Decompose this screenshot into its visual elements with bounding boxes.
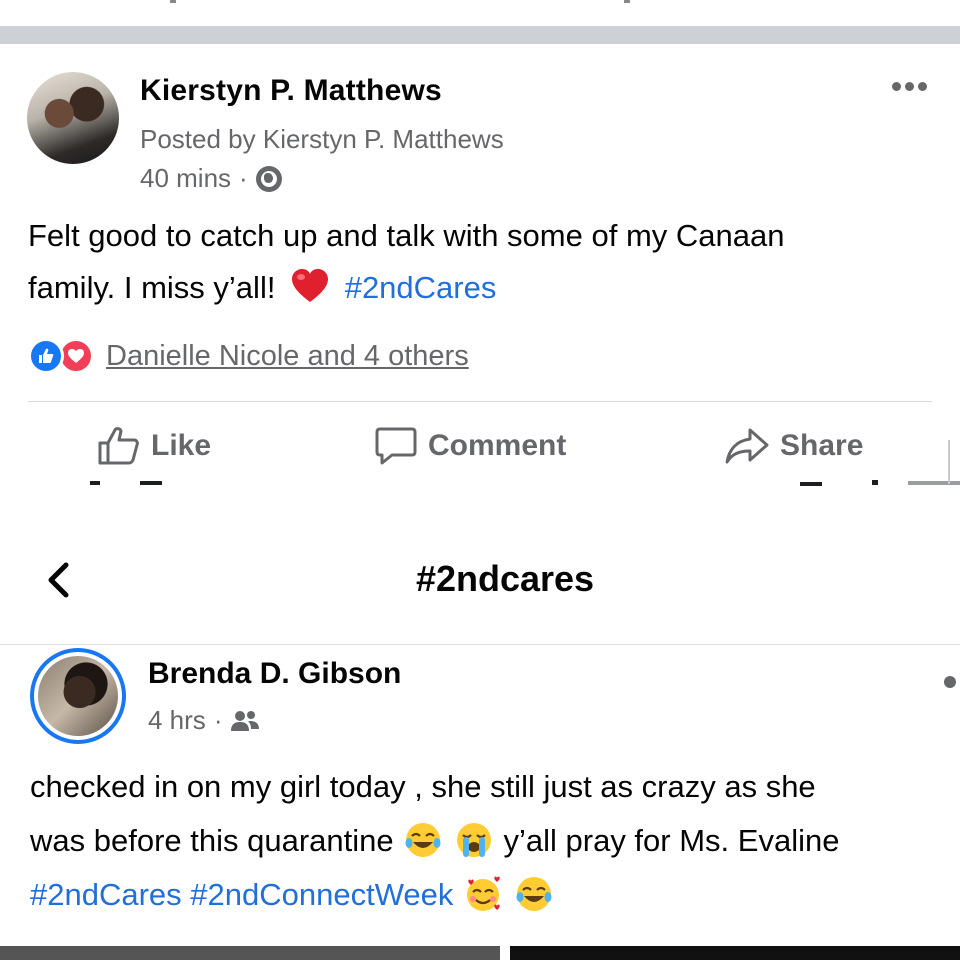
share-button[interactable]: Share [724, 426, 863, 466]
more-options-button[interactable] [944, 676, 956, 688]
divider [0, 644, 960, 645]
clipped-fragment [948, 440, 950, 484]
like-button[interactable]: Like [97, 426, 211, 466]
post-author-name[interactable]: Kierstyn P. Matthews [140, 74, 442, 108]
hashtag-link[interactable]: #2ndCares [345, 270, 497, 305]
clipped-fragment [908, 481, 960, 485]
clipped-text-fragment [170, 0, 176, 3]
reactions-text[interactable]: Danielle Nicole and 4 others [106, 340, 469, 373]
clipped-text-fragment [624, 0, 630, 3]
post-text-line-2: family. I miss y’all! [28, 270, 276, 305]
clipped-fragment [800, 482, 822, 486]
page-title: #2ndcares [415, 558, 595, 599]
avatar[interactable] [27, 72, 119, 164]
divider [28, 401, 932, 402]
meta-separator: · [213, 705, 223, 735]
globe-icon [255, 165, 282, 192]
heart-emoji-icon [292, 269, 329, 302]
avatar [38, 656, 118, 736]
comment-button[interactable]: Comment [374, 426, 566, 466]
meta-separator: · [239, 163, 248, 193]
bottom-edge-fragment [0, 946, 500, 960]
bottom-edge-fragment [510, 946, 960, 960]
screenshot-page: Kierstyn P. Matthews Posted by Kierstyn … [0, 0, 960, 960]
clipped-fragment [90, 481, 100, 485]
friends-icon [231, 710, 260, 731]
post-time[interactable]: 4 hrs [148, 705, 206, 736]
post-meta: 4 hrs · [148, 705, 260, 736]
clipped-fragment [140, 481, 162, 485]
top-separator [0, 26, 960, 44]
reactions-summary[interactable]: Danielle Nicole and 4 others [28, 338, 469, 374]
avatar-ring[interactable] [30, 648, 126, 744]
like-reaction-icon [28, 338, 64, 374]
post-text-line-1: Felt good to catch up and talk with some… [28, 218, 785, 253]
more-dots-icon [892, 82, 927, 91]
comment-icon [375, 427, 417, 465]
share-label: Share [780, 429, 864, 462]
like-label: Like [151, 429, 212, 462]
post-text: checked in on my girl today , she still … [30, 760, 950, 922]
tears-of-joy-emoji-icon [516, 877, 552, 911]
post-meta: 40 mins · [140, 163, 282, 194]
post-text-line-2b: y’all pray for Ms. Evaline [503, 823, 840, 858]
post-text: Felt good to catch up and talk with some… [28, 210, 928, 314]
hashtag-links[interactable]: #2ndCares #2ndConnectWeek [30, 877, 453, 912]
loudly-crying-emoji-icon [456, 823, 491, 857]
more-options-button[interactable] [892, 82, 927, 91]
tears-of-joy-emoji-icon [405, 823, 441, 857]
posted-by-label: Posted by Kierstyn P. Matthews [140, 124, 504, 154]
share-arrow-icon [725, 428, 769, 464]
clipped-fragment [872, 480, 878, 485]
post-text-line-1: checked in on my girl today , she still … [30, 769, 816, 804]
thumbs-up-icon [98, 427, 139, 465]
post-text-line-2a: was before this quarantine [30, 823, 394, 858]
post-time[interactable]: 40 mins [140, 163, 231, 194]
smiling-face-with-hearts-emoji-icon [467, 876, 500, 911]
comment-label: Comment [428, 429, 567, 462]
post-author-name[interactable]: Brenda D. Gibson [148, 657, 401, 691]
